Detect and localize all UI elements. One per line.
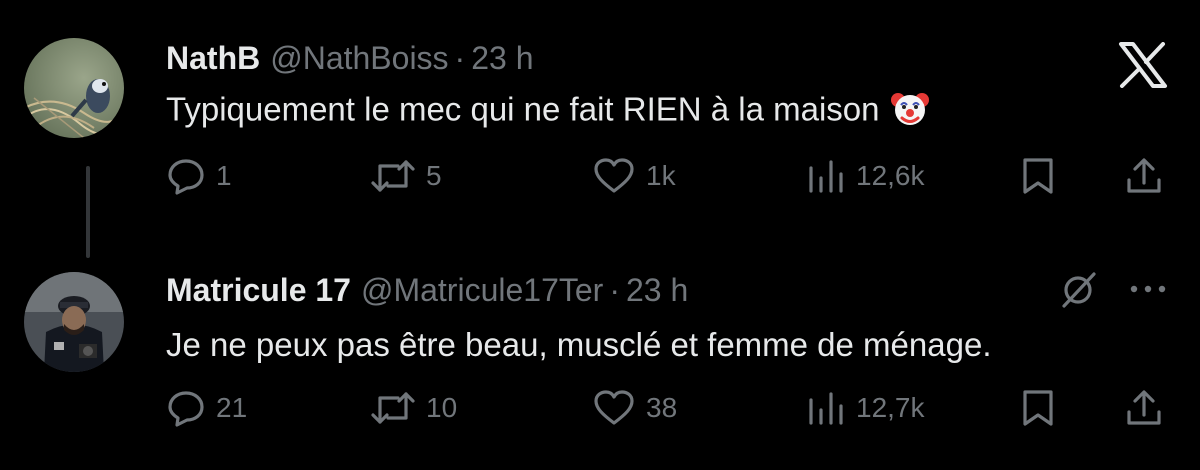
avatar[interactable] bbox=[24, 38, 124, 138]
views-button[interactable]: 12,6k bbox=[806, 156, 925, 196]
bookmark-button[interactable] bbox=[1020, 156, 1056, 196]
heart-icon bbox=[594, 158, 634, 193]
tweet-header: NathB @NathBoiss · 23 h bbox=[166, 36, 533, 80]
like-button[interactable]: 38 bbox=[592, 388, 677, 428]
heart-icon bbox=[594, 390, 634, 425]
reply-count: 1 bbox=[216, 160, 232, 191]
grok-icon[interactable] bbox=[1058, 268, 1100, 310]
avatar[interactable] bbox=[24, 272, 124, 372]
like-count: 38 bbox=[646, 392, 678, 423]
bookmark-icon bbox=[1023, 158, 1053, 194]
views-icon bbox=[809, 160, 843, 193]
like-button[interactable]: 1k bbox=[592, 156, 676, 196]
reply-icon bbox=[168, 159, 204, 195]
reply-icon bbox=[168, 391, 204, 427]
timestamp[interactable]: 23 h bbox=[626, 272, 688, 309]
share-icon bbox=[1127, 158, 1161, 193]
retweet-button[interactable]: 10 bbox=[370, 388, 457, 428]
views-count: 12,6k bbox=[856, 160, 925, 191]
retweet-icon bbox=[371, 160, 415, 192]
thread-line bbox=[86, 166, 90, 258]
display-name[interactable]: Matricule 17 bbox=[166, 272, 351, 309]
retweet-count: 5 bbox=[426, 160, 442, 191]
x-logo-icon bbox=[1118, 42, 1168, 88]
tweet-text: Je ne peux pas être beau, musclé et femm… bbox=[166, 326, 992, 363]
reply-count: 21 bbox=[216, 392, 248, 423]
tweet-text-content: Typiquement le mec qui ne fait RIEN à la… bbox=[166, 90, 880, 128]
handle[interactable]: @Matricule17Ter bbox=[361, 272, 603, 309]
separator: · bbox=[454, 39, 466, 76]
views-button[interactable]: 12,7k bbox=[806, 388, 925, 428]
retweet-count: 10 bbox=[426, 392, 458, 423]
more-options-icon[interactable] bbox=[1126, 276, 1170, 302]
display-name[interactable]: NathB bbox=[166, 40, 260, 77]
reply-button[interactable]: 1 bbox=[166, 156, 232, 196]
handle[interactable]: @NathBoiss bbox=[270, 40, 448, 77]
share-icon bbox=[1127, 390, 1161, 425]
share-button[interactable] bbox=[1124, 388, 1164, 428]
reply-button[interactable]: 21 bbox=[166, 388, 247, 428]
bookmark-icon bbox=[1023, 390, 1053, 426]
share-button[interactable] bbox=[1124, 156, 1164, 196]
tweet-text: Typiquement le mec qui ne fait RIEN à la… bbox=[166, 88, 930, 136]
bookmark-button[interactable] bbox=[1020, 388, 1056, 428]
separator: · bbox=[609, 271, 620, 308]
timestamp[interactable]: 23 h bbox=[471, 40, 533, 77]
retweet-button[interactable]: 5 bbox=[370, 156, 442, 196]
like-count: 1k bbox=[646, 160, 676, 191]
views-count: 12,7k bbox=[856, 392, 925, 423]
tweet-header: Matricule 17 @Matricule17Ter · 23 h bbox=[166, 268, 688, 312]
views-icon bbox=[809, 392, 843, 425]
retweet-icon bbox=[371, 392, 415, 424]
clown-face-icon bbox=[890, 88, 930, 136]
